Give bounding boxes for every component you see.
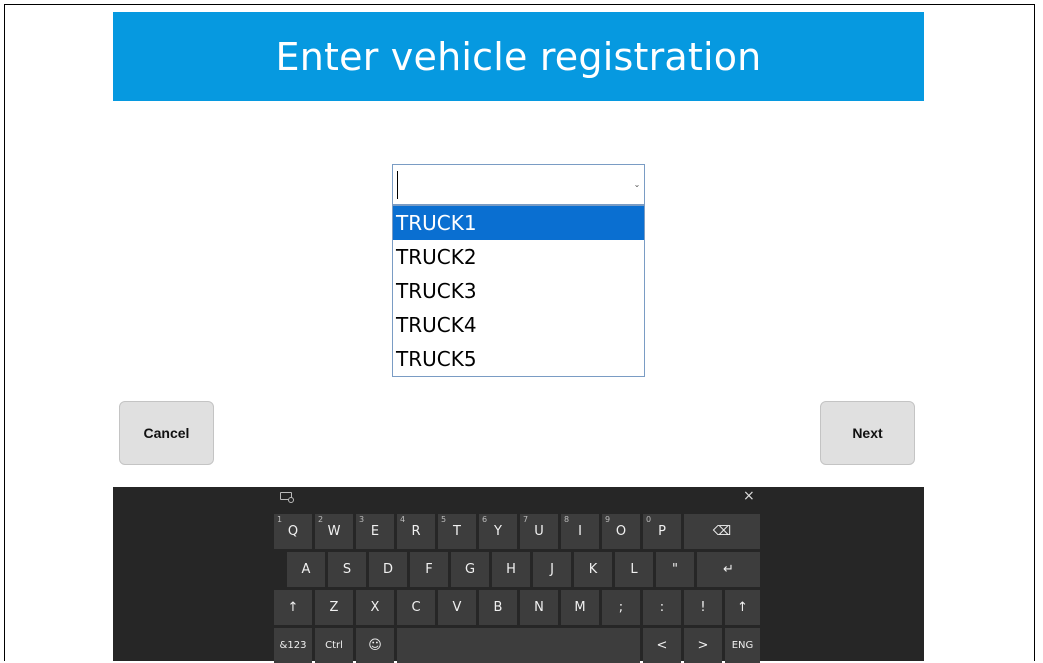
key-hint: 7 [523,515,529,524]
emoji-key[interactable]: ☺ [356,628,394,663]
key-label: R [411,524,421,539]
key-l[interactable]: L [615,552,653,587]
shift-left-key[interactable]: ↑ [274,590,312,625]
key-hint: 1 [277,515,283,524]
key-e[interactable]: 3E [356,514,394,549]
touch-keyboard: × 1Q 2W 3E 4R 5T 6Y 7U 8I 9O 0P ⌫ A S D … [113,487,924,663]
key-m[interactable]: M [561,590,599,625]
shift-right-key[interactable]: ↑ [725,590,760,625]
registration-dropdown-list: TRUCK1 TRUCK2 TRUCK3 TRUCK4 TRUCK5 [392,205,645,377]
dropdown-option-truck2[interactable]: TRUCK2 [393,240,644,274]
chevron-down-icon[interactable]: ⌄ [630,165,644,204]
close-icon[interactable]: × [743,488,755,504]
key-label: P [658,524,666,539]
language-key[interactable]: ENG [725,628,760,663]
key-label: Q [287,524,299,539]
key-z[interactable]: Z [315,590,353,625]
key-x[interactable]: X [356,590,394,625]
key-f[interactable]: F [410,552,448,587]
key-label: U [534,524,544,539]
key-hint: 4 [400,515,406,524]
key-label: Y [494,524,502,539]
symbols-key[interactable]: &123 [274,628,312,663]
key-t[interactable]: 5T [438,514,476,549]
key-c[interactable]: C [397,590,435,625]
key-hint: 5 [441,515,447,524]
key-a[interactable]: A [287,552,325,587]
key-exclamation[interactable]: ! [684,590,722,625]
key-g[interactable]: G [451,552,489,587]
emoji-icon: ☺ [368,638,382,653]
key-p[interactable]: 0P [643,514,681,549]
key-label: O [615,524,627,539]
cancel-button[interactable]: Cancel [119,401,214,465]
key-w[interactable]: 2W [315,514,353,549]
next-button[interactable]: Next [820,401,915,465]
enter-key[interactable]: ↵ [697,552,760,587]
key-v[interactable]: V [438,590,476,625]
key-b[interactable]: B [479,590,517,625]
key-semicolon[interactable]: ; [602,590,640,625]
right-arrow-key[interactable]: > [684,628,722,663]
key-s[interactable]: S [328,552,366,587]
key-colon[interactable]: : [643,590,681,625]
dropdown-option-truck5[interactable]: TRUCK5 [393,342,644,376]
keyboard-settings-icon[interactable] [280,492,294,503]
key-label: W [327,524,341,539]
key-hint: 9 [605,515,611,524]
key-y[interactable]: 6Y [479,514,517,549]
key-q[interactable]: 1Q [274,514,312,549]
key-hint: 0 [646,515,652,524]
key-label: T [453,524,461,539]
key-o[interactable]: 9O [602,514,640,549]
dropdown-option-truck4[interactable]: TRUCK4 [393,308,644,342]
key-h[interactable]: H [492,552,530,587]
key-hint: 6 [482,515,488,524]
backspace-key[interactable]: ⌫ [684,514,760,549]
registration-combobox[interactable]: ⌄ [392,164,645,205]
page-title-bar: Enter vehicle registration [113,12,924,101]
key-j[interactable]: J [533,552,571,587]
key-k[interactable]: K [574,552,612,587]
spacebar[interactable] [397,628,640,663]
dropdown-option-truck1[interactable]: TRUCK1 [393,206,644,240]
key-r[interactable]: 4R [397,514,435,549]
key-i[interactable]: 8I [561,514,599,549]
key-u[interactable]: 7U [520,514,558,549]
key-hint: 2 [318,515,324,524]
key-d[interactable]: D [369,552,407,587]
key-label: I [578,524,582,539]
dropdown-option-truck3[interactable]: TRUCK3 [393,274,644,308]
backspace-icon: ⌫ [712,524,732,539]
key-hint: 8 [564,515,570,524]
text-caret [397,171,398,199]
key-n[interactable]: N [520,590,558,625]
key-quote[interactable]: " [656,552,694,587]
ctrl-key[interactable]: Ctrl [315,628,353,663]
page-title: Enter vehicle registration [275,34,762,79]
key-label: E [370,524,380,539]
left-arrow-key[interactable]: < [643,628,681,663]
key-hint: 3 [359,515,365,524]
